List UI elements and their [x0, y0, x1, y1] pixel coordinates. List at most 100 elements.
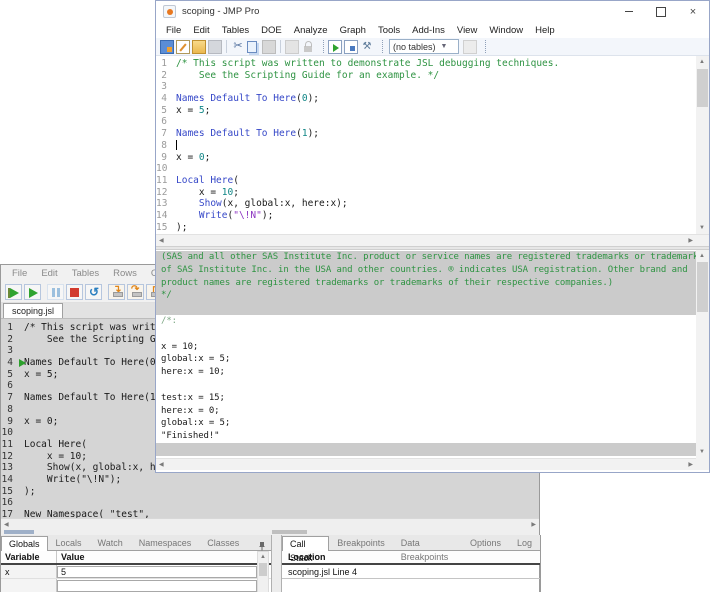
new-script-icon[interactable] — [176, 40, 190, 54]
tab-call-stack[interactable]: Call Stack — [282, 536, 329, 551]
menu-file[interactable]: File — [160, 25, 187, 36]
log-h-scrollbar[interactable]: ◀ ▶ — [156, 458, 696, 470]
tab-breakpoints[interactable]: Breakpoints — [329, 535, 393, 550]
debugger-panels: GlobalsLocalsWatchNamespacesClasses Vari… — [1, 535, 539, 592]
maximize-button[interactable] — [645, 1, 677, 22]
scroll-left-icon[interactable]: ◀ — [159, 238, 164, 244]
menu-tools[interactable]: Tools — [372, 25, 406, 36]
tab-globals[interactable]: Globals — [1, 536, 48, 551]
stop-icon[interactable] — [66, 284, 83, 300]
debugger-menu-file[interactable]: File — [5, 268, 34, 279]
menu-analyze[interactable]: Analyze — [288, 25, 334, 36]
tab-classes[interactable]: Classes — [199, 535, 247, 550]
new-window-icon[interactable] — [160, 40, 174, 54]
close-button[interactable]: × — [677, 1, 709, 22]
open-icon[interactable] — [192, 40, 206, 54]
menu-graph[interactable]: Graph — [334, 25, 372, 36]
tab-locals[interactable]: Locals — [48, 535, 90, 550]
panel-divider[interactable] — [271, 535, 282, 592]
pause-icon[interactable] — [47, 284, 64, 300]
code-line: 9x = 0; — [156, 152, 696, 164]
close-icon: × — [690, 6, 696, 18]
code-line: global:x = 5; — [156, 417, 696, 430]
code-line: 6 — [156, 116, 696, 128]
scroll-down-icon[interactable]: ▼ — [699, 225, 705, 231]
scroll-left-icon[interactable]: ◀ — [4, 522, 9, 528]
scroll-up-icon[interactable]: ▲ — [260, 554, 266, 560]
log-v-scrollbar[interactable]: ▲ ▼ — [696, 250, 709, 458]
scroll-down-icon[interactable]: ▼ — [699, 449, 705, 455]
menu-help[interactable]: Help — [529, 25, 561, 36]
value-cell[interactable] — [57, 580, 257, 592]
menu-view[interactable]: View — [451, 25, 483, 36]
table-row[interactable]: x 5 — [1, 565, 271, 579]
reset-icon[interactable] — [85, 284, 102, 300]
scroll-thumb[interactable] — [697, 69, 708, 107]
tab-scoping-jsl[interactable]: scoping.jsl — [3, 303, 63, 318]
scroll-up-icon[interactable]: ▲ — [699, 253, 705, 259]
code-line: 4Names Default To Here(0); — [156, 93, 696, 105]
scroll-up-icon[interactable]: ▲ — [699, 59, 705, 65]
menu-tables[interactable]: Tables — [216, 25, 255, 36]
minimize-button[interactable] — [613, 1, 645, 22]
jmp-app-icon — [163, 5, 176, 18]
save-icon[interactable] — [208, 40, 222, 54]
scroll-left-icon[interactable]: ◀ — [159, 462, 164, 468]
script-editor[interactable]: 1/* This script was written to demonstra… — [156, 56, 696, 234]
line-number: 2 — [156, 70, 172, 82]
value-cell[interactable]: 5 — [57, 566, 257, 578]
code-line: 16 — [1, 497, 539, 509]
variables-v-scrollbar[interactable]: ▲ — [257, 551, 269, 592]
menu-add-ins[interactable]: Add-Ins — [406, 25, 451, 36]
debugger-h-scrollbar[interactable]: ◀ ▶ — [1, 518, 539, 529]
scroll-right-icon[interactable]: ▶ — [688, 238, 693, 244]
tab-watch[interactable]: Watch — [90, 535, 131, 550]
tab-namespaces[interactable]: Namespaces — [131, 535, 200, 550]
play-icon[interactable] — [24, 284, 41, 300]
step-into-icon[interactable] — [108, 284, 125, 300]
scroll-right-icon[interactable]: ▶ — [531, 522, 536, 528]
database-icon[interactable] — [285, 40, 299, 54]
menu-doe[interactable]: DOE — [255, 25, 288, 36]
toolbar-group-file — [159, 40, 327, 54]
menu-edit[interactable]: Edit — [187, 25, 215, 36]
line-number: 13 — [1, 462, 18, 474]
editor-v-scrollbar[interactable]: ▲ ▼ — [696, 56, 709, 234]
debugger-menu-tables[interactable]: Tables — [65, 268, 106, 279]
step-over-icon[interactable] — [127, 284, 144, 300]
paste-icon[interactable] — [262, 40, 276, 54]
tables-dropdown[interactable]: (no tables) ▼ — [389, 39, 459, 54]
debugger-menu-rows[interactable]: Rows — [106, 268, 144, 279]
column-header-value: Value — [57, 551, 271, 563]
tab-data-breakpoints[interactable]: Data Breakpoints — [393, 535, 462, 550]
scroll-thumb[interactable] — [259, 563, 267, 576]
copy-icon[interactable] — [247, 41, 257, 53]
code-line: 2 See the Scripting Guide for an example… — [156, 70, 696, 82]
run-script-icon[interactable] — [328, 40, 342, 54]
lock-icon[interactable] — [301, 40, 315, 54]
run-icon[interactable] — [5, 284, 22, 300]
variables-table-header: Variable Value — [1, 551, 271, 565]
log-output[interactable]: (SAS and all other SAS Institute Inc. pr… — [156, 250, 696, 458]
tools-icon[interactable] — [360, 40, 374, 54]
code-line: 14 Write("\!N"); — [156, 210, 696, 222]
scroll-right-icon[interactable]: ▶ — [688, 462, 693, 468]
table-row[interactable] — [1, 579, 271, 592]
callstack-row[interactable]: scoping.jsl Line 4 — [282, 565, 540, 579]
cut-icon[interactable] — [231, 40, 245, 54]
add-to-data-table-icon[interactable] — [463, 40, 477, 54]
debugger-menu-edit[interactable]: Edit — [34, 268, 64, 279]
line-number: 1 — [156, 58, 172, 70]
scroll-thumb[interactable] — [4, 530, 34, 534]
tab-log[interactable]: Log — [509, 535, 540, 550]
code-line: 1/* This script was written to demonstra… — [156, 58, 696, 70]
editor-h-scrollbar[interactable]: ◀ ▶ — [156, 234, 709, 246]
window-layout-icon[interactable] — [344, 40, 358, 54]
scroll-thumb[interactable] — [697, 262, 708, 312]
scroll-thumb[interactable] — [272, 530, 307, 534]
code-line: 17New Namespace( "test", — [1, 509, 539, 518]
tab-options[interactable]: Options — [462, 535, 509, 550]
menu-window[interactable]: Window — [483, 25, 529, 36]
code-line: here:x = 10; — [156, 366, 696, 379]
titlebar[interactable]: scoping - JMP Pro × — [156, 1, 709, 22]
